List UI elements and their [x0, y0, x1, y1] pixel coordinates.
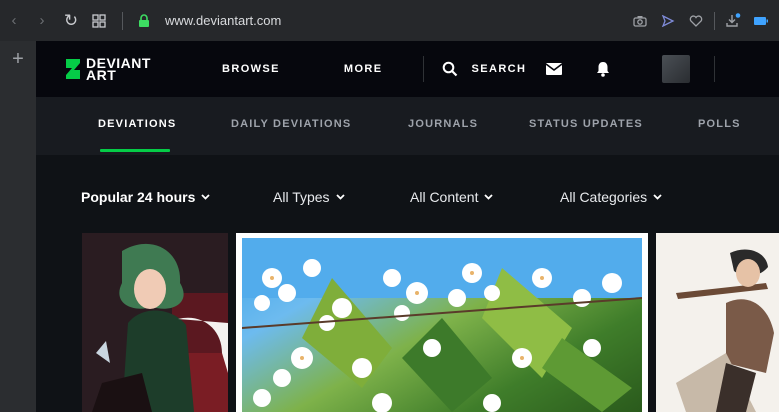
send-icon — [661, 14, 675, 27]
tab-status-updates[interactable]: STATUS UPDATES — [529, 118, 643, 130]
categories-dropdown-label: All Categories — [560, 189, 648, 205]
deviation-thumbnail[interactable] — [656, 233, 779, 412]
sort-dropdown[interactable]: Popular 24 hours — [81, 189, 210, 205]
lock-icon — [139, 13, 149, 27]
chevron-left-icon: ‹ — [11, 12, 17, 29]
chevron-down-icon — [335, 194, 345, 200]
downloads-button[interactable] — [719, 0, 747, 41]
bookmark-button[interactable] — [682, 0, 710, 41]
sort-dropdown-label: Popular 24 hours — [81, 189, 196, 205]
content-dropdown[interactable]: All Content — [410, 189, 494, 205]
grid-icon — [92, 13, 106, 28]
browser-sidebar: + — [0, 41, 36, 412]
deviantart-logo-icon — [66, 59, 80, 79]
flow-button[interactable] — [654, 0, 682, 41]
reload-icon: ↻ — [63, 10, 79, 30]
battery-icon — [754, 16, 768, 25]
deviation-gallery — [36, 233, 779, 412]
speed-dial-button[interactable] — [86, 0, 112, 41]
snapshot-button[interactable] — [626, 0, 654, 41]
artwork-image — [656, 233, 779, 412]
chevron-down-icon — [484, 194, 494, 200]
browser-toolbar: ‹ › ↻ www.deviantart.com — [0, 0, 779, 41]
user-avatar[interactable] — [662, 55, 691, 83]
more-link[interactable]: MORE — [344, 63, 383, 75]
heart-icon — [689, 14, 703, 27]
deviantart-logo[interactable]: DEVIANT ART — [64, 56, 194, 82]
reload-button[interactable]: ↻ — [56, 0, 86, 41]
deviation-thumbnail[interactable] — [236, 233, 648, 412]
logo-wordmark: DEVIANT ART — [86, 56, 151, 82]
search-label: SEARCH — [471, 63, 527, 75]
mail-icon — [546, 63, 563, 75]
back-button[interactable]: ‹ — [0, 0, 28, 41]
tab-deviations[interactable]: DEVIATIONS — [98, 118, 176, 130]
header-divider — [422, 56, 424, 82]
forward-button[interactable]: › — [28, 0, 56, 41]
search-button[interactable]: SEARCH — [442, 61, 527, 77]
add-panel-button[interactable]: + — [0, 41, 36, 77]
deviation-thumbnail[interactable] — [82, 233, 228, 412]
types-dropdown-label: All Types — [273, 189, 330, 205]
site-header: DEVIANT ART BROWSE MORE SEARCH — [36, 41, 779, 97]
notes-button[interactable] — [546, 63, 563, 75]
artwork-image — [242, 238, 642, 412]
plus-icon: + — [12, 47, 24, 70]
tab-daily-deviations[interactable]: DAILY DEVIATIONS — [231, 118, 351, 130]
content-tabs: DEVIATIONS DAILY DEVIATIONS JOURNALS STA… — [36, 97, 779, 155]
tab-journals[interactable]: JOURNALS — [408, 118, 478, 130]
bell-icon — [597, 62, 610, 77]
download-icon — [726, 12, 741, 27]
camera-icon — [633, 15, 647, 27]
tab-polls[interactable]: POLLS — [698, 118, 741, 130]
battery-saver-button[interactable] — [747, 0, 775, 41]
browse-link[interactable]: BROWSE — [222, 63, 280, 75]
chevron-right-icon: › — [39, 12, 45, 29]
artwork-image — [82, 233, 228, 412]
toolbar-divider — [714, 11, 715, 30]
search-icon — [442, 61, 457, 77]
categories-dropdown[interactable]: All Categories — [560, 189, 662, 205]
security-indicator[interactable] — [133, 13, 155, 28]
chevron-down-icon — [201, 194, 210, 200]
address-bar[interactable]: www.deviantart.com — [165, 13, 626, 28]
content-dropdown-label: All Content — [410, 189, 479, 205]
types-dropdown[interactable]: All Types — [273, 189, 345, 205]
header-divider — [714, 56, 716, 82]
chevron-down-icon — [653, 194, 662, 200]
notifications-button[interactable] — [596, 61, 610, 77]
toolbar-divider — [122, 11, 123, 30]
filter-bar: Popular 24 hours All Types All Content A… — [36, 155, 779, 233]
active-tab-indicator — [100, 149, 170, 152]
